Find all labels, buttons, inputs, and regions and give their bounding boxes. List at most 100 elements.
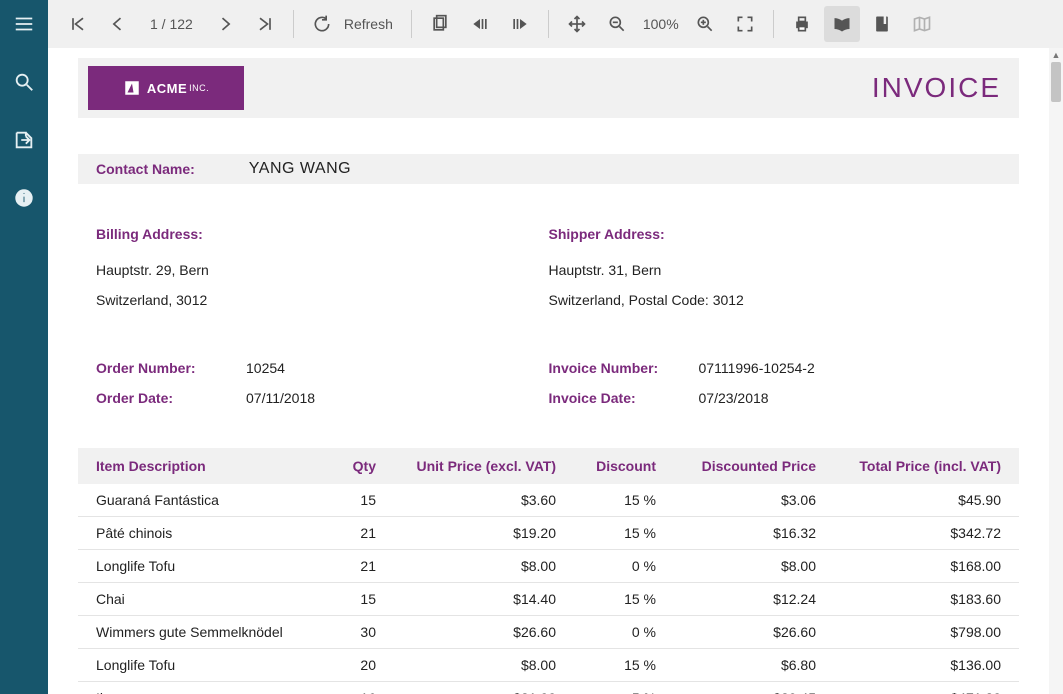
cell-dprice: $26.60 [656,624,816,640]
toolbar-separator [293,10,294,38]
cell-unit: $26.60 [376,624,556,640]
col-header-total: Total Price (incl. VAT) [816,458,1001,474]
cell-total: $471.20 [816,690,1001,694]
toolbar: 1 / 122 Refresh 100% [48,0,1063,48]
col-header-disc: Discount [556,458,656,474]
total-pages: 122 [169,16,192,32]
export-button[interactable] [0,116,48,164]
prev-page-icon [108,14,128,34]
table-row: Ikura16$31.005 %$29.45$471.20 [78,682,1019,694]
table-row: Pâté chinois21$19.2015 %$16.32$342.72 [78,517,1019,550]
billing-line1: Hauptstr. 29, Bern [96,262,549,278]
col-header-unit: Unit Price (excl. VAT) [376,458,556,474]
cell-dprice: $8.00 [656,558,816,574]
main-area: 1 / 122 Refresh 100% [48,0,1063,694]
invoice-column: Invoice Number: 07111996-10254-2 Invoice… [549,360,1002,420]
order-date-label: Order Date: [96,390,246,406]
logo-text: ACME [147,81,187,96]
book-icon [832,14,852,34]
first-page-button[interactable] [60,6,96,42]
cell-total: $183.60 [816,591,1001,607]
multipage-button[interactable] [422,6,458,42]
invoice-date: 07/23/2018 [699,390,769,406]
current-page: 1 [150,16,158,32]
cell-disc: 15 % [556,591,656,607]
book-view-button[interactable] [824,6,860,42]
shipper-column: Shipper Address: Hauptstr. 31, Bern Swit… [549,226,1002,322]
bookmark-icon [872,14,892,34]
refresh-label[interactable]: Refresh [344,16,401,32]
items-header-row: Item Description Qty Unit Price (excl. V… [78,448,1019,484]
cell-qty: 15 [316,492,376,508]
order-number-label: Order Number: [96,360,246,376]
cell-desc: Longlife Tofu [96,558,316,574]
logo-suffix: INC. [189,83,209,93]
cell-desc: Pâté chinois [96,525,316,541]
cell-dprice: $16.32 [656,525,816,541]
table-row: Guaraná Fantástica15$3.6015 %$3.06$45.90 [78,484,1019,517]
company-logo: ACMEINC. [88,66,244,110]
step-forward-button[interactable] [502,6,538,42]
logo-icon [123,79,141,97]
step-back-icon [470,14,490,34]
doc-header: ACMEINC. INVOICE [78,58,1019,118]
cell-desc: Wimmers gute Semmelknödel [96,624,316,640]
toolbar-separator [773,10,774,38]
scroll-thumb[interactable] [1051,62,1061,102]
print-button[interactable] [784,6,820,42]
map-button[interactable] [904,6,940,42]
next-page-button[interactable] [207,6,243,42]
invoice-document: ACMEINC. INVOICE Contact Name: YANG WANG… [78,58,1019,694]
cell-total: $136.00 [816,657,1001,673]
refresh-icon [312,14,332,34]
cell-disc: 15 % [556,525,656,541]
items-body: Guaraná Fantástica15$3.6015 %$3.06$45.90… [78,484,1019,694]
zoom-in-button[interactable] [687,6,723,42]
invoice-date-label: Invoice Date: [549,390,699,406]
pan-button[interactable] [559,6,595,42]
cell-qty: 20 [316,657,376,673]
cell-dprice: $6.80 [656,657,816,673]
contact-label: Contact Name: [96,161,195,177]
document-scroll[interactable]: ACMEINC. INVOICE Contact Name: YANG WANG… [48,48,1049,694]
info-icon [13,187,35,209]
search-button[interactable] [0,58,48,106]
page-indicator: 1 / 122 [140,16,203,32]
zoom-level: 100% [639,16,683,32]
cell-desc: Guaraná Fantástica [96,492,316,508]
prev-page-button[interactable] [100,6,136,42]
items-table: Item Description Qty Unit Price (excl. V… [78,448,1019,694]
hamburger-icon [13,13,35,35]
scroll-track[interactable] [1049,62,1063,680]
fullscreen-button[interactable] [727,6,763,42]
shipper-label: Shipper Address: [549,226,665,242]
cell-unit: $8.00 [376,657,556,673]
billing-line2: Switzerland, 3012 [96,292,549,308]
billing-label: Billing Address: [96,226,203,242]
invoice-number-label: Invoice Number: [549,360,699,376]
bookmark-button[interactable] [864,6,900,42]
order-grid: Order Number: 10254 Order Date: 07/11/20… [78,360,1019,420]
scroll-up-icon[interactable]: ▲ [1049,48,1063,62]
cell-dprice: $12.24 [656,591,816,607]
contact-bar: Contact Name: YANG WANG [78,154,1019,184]
cell-total: $45.90 [816,492,1001,508]
zoom-out-icon [607,14,627,34]
cell-qty: 15 [316,591,376,607]
zoom-out-button[interactable] [599,6,635,42]
table-row: Chai15$14.4015 %$12.24$183.60 [78,583,1019,616]
cell-unit: $3.60 [376,492,556,508]
info-button[interactable] [0,174,48,222]
next-page-icon [215,14,235,34]
menu-button[interactable] [0,0,48,48]
vertical-scrollbar[interactable]: ▲ [1049,48,1063,694]
col-header-dprice: Discounted Price [656,458,816,474]
step-back-button[interactable] [462,6,498,42]
cell-disc: 0 % [556,624,656,640]
refresh-button[interactable] [304,6,340,42]
last-page-button[interactable] [247,6,283,42]
cell-disc: 15 % [556,657,656,673]
cell-unit: $14.40 [376,591,556,607]
cell-total: $342.72 [816,525,1001,541]
col-header-qty: Qty [316,458,376,474]
